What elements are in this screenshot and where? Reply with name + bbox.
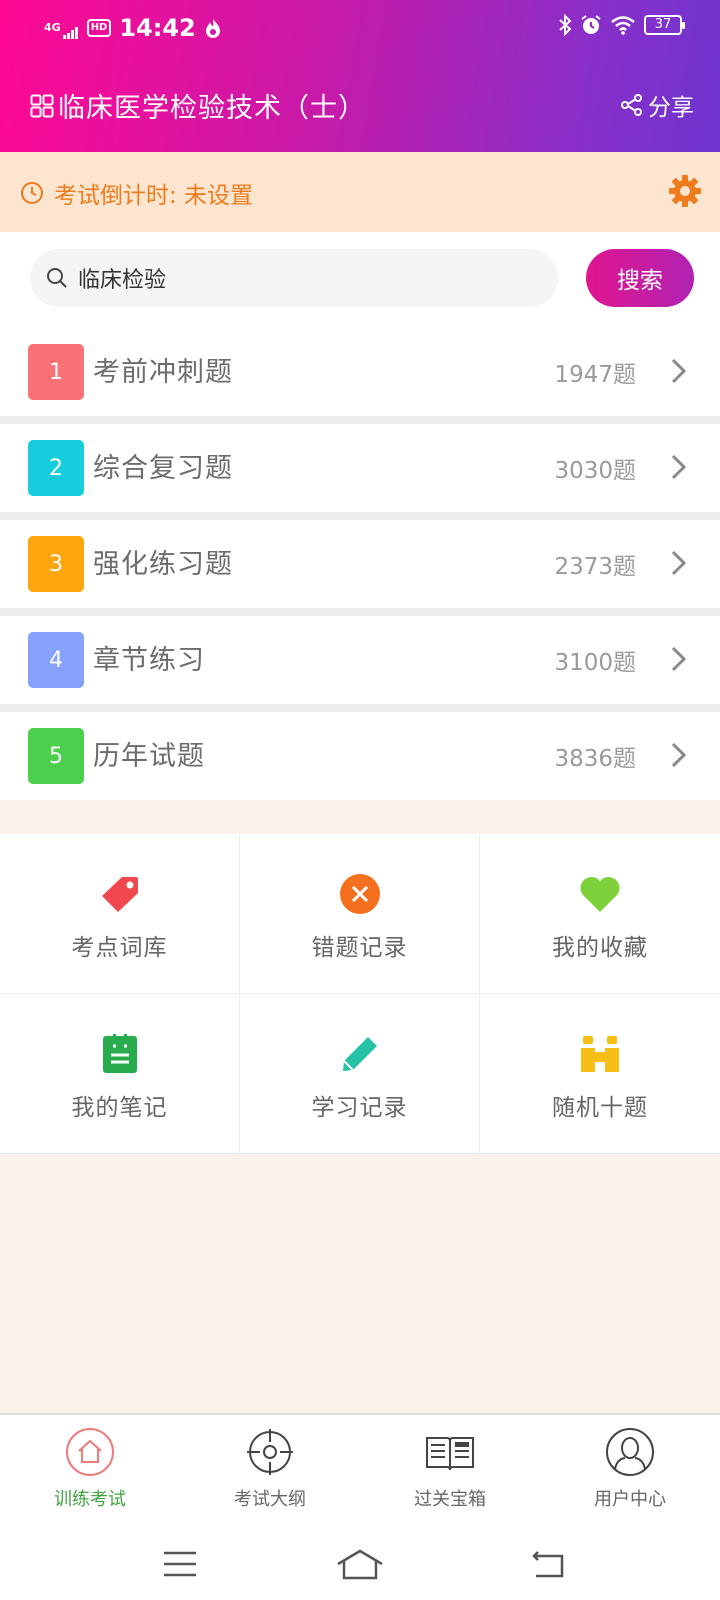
category-row[interactable]: 1 考前冲刺题 1947题 bbox=[0, 328, 720, 416]
system-navigation-bar bbox=[0, 1526, 720, 1600]
binoculars-icon bbox=[581, 1036, 619, 1072]
tab-label: 训练考试 bbox=[54, 1489, 126, 1510]
tab-pass-treasure[interactable]: 过关宝箱 bbox=[360, 1415, 540, 1526]
alarm-icon bbox=[581, 15, 601, 34]
status-bar: 4G HD 14:42 37 bbox=[0, 0, 720, 58]
grid-item-keyword-library[interactable]: 考点词库 bbox=[0, 834, 240, 994]
category-number-badge: 5 bbox=[28, 728, 84, 784]
chevron-right-icon bbox=[671, 358, 687, 384]
news-book-icon bbox=[426, 1437, 474, 1471]
grid-item-label: 我的笔记 bbox=[71, 1095, 168, 1121]
grid-item-label: 随机十题 bbox=[552, 1095, 648, 1121]
tab-label: 考试大纲 bbox=[234, 1489, 306, 1510]
share-icon bbox=[621, 94, 642, 116]
grid-item-favorites[interactable]: 我的收藏 bbox=[480, 834, 720, 994]
category-number-badge: 3 bbox=[28, 536, 84, 592]
category-count: 1947题 bbox=[554, 362, 636, 388]
tab-user-center[interactable]: 用户中心 bbox=[540, 1415, 720, 1526]
chevron-right-icon bbox=[671, 550, 687, 576]
exam-countdown-bar[interactable]: 考试倒计时: 未设置 bbox=[0, 152, 720, 232]
grid-item-label: 学习记录 bbox=[311, 1095, 408, 1121]
category-number-badge: 1 bbox=[28, 344, 84, 400]
heart-icon bbox=[580, 876, 620, 912]
category-number-badge: 2 bbox=[28, 440, 84, 496]
search-box[interactable] bbox=[30, 249, 558, 307]
question-category-list: 1 考前冲刺题 1947题 2 综合复习题 3030题 3 强化练习题 2373… bbox=[0, 328, 720, 808]
category-name: 历年试题 bbox=[93, 741, 205, 772]
chevron-right-icon bbox=[671, 742, 687, 768]
category-count: 3030题 bbox=[554, 458, 636, 484]
grid-item-my-notes[interactable]: 我的笔记 bbox=[0, 994, 240, 1154]
back-button[interactable] bbox=[518, 1544, 578, 1584]
share-label: 分享 bbox=[648, 95, 694, 121]
category-count: 3836题 bbox=[554, 746, 636, 772]
home-button[interactable] bbox=[330, 1544, 390, 1584]
share-button[interactable]: 分享 bbox=[620, 88, 694, 122]
user-icon bbox=[606, 1428, 654, 1476]
tab-label: 用户中心 bbox=[594, 1489, 666, 1510]
app-header: 4G HD 14:42 37 临床医学检验技术（士） 分享 bbox=[0, 0, 720, 152]
search-button[interactable]: 搜索 bbox=[586, 249, 694, 307]
recent-apps-button[interactable] bbox=[150, 1544, 210, 1584]
page-title-row: 临床医学检验技术（士） bbox=[30, 86, 366, 125]
category-count: 2373题 bbox=[554, 554, 636, 580]
battery-indicator: 37 bbox=[644, 15, 685, 35]
grid-item-wrong-records[interactable]: 错题记录 bbox=[240, 834, 480, 994]
grid-menu-icon[interactable] bbox=[30, 94, 54, 118]
pencil-icon bbox=[342, 1037, 377, 1071]
grid-item-label: 错题记录 bbox=[311, 935, 408, 961]
search-icon bbox=[47, 268, 67, 288]
category-row[interactable]: 4 章节练习 3100题 bbox=[0, 608, 720, 704]
tab-exam-syllabus[interactable]: 考试大纲 bbox=[180, 1415, 360, 1526]
notebook-icon bbox=[102, 1034, 137, 1073]
tab-label: 过关宝箱 bbox=[414, 1489, 486, 1510]
chevron-right-icon bbox=[671, 454, 687, 480]
bluetooth-icon bbox=[559, 14, 572, 36]
grid-item-random-ten[interactable]: 随机十题 bbox=[480, 994, 720, 1154]
home-icon bbox=[66, 1428, 114, 1476]
grid-item-label: 我的收藏 bbox=[552, 935, 648, 961]
category-name: 章节练习 bbox=[93, 645, 205, 676]
home-outline-icon bbox=[337, 1549, 383, 1580]
grid-item-label: 考点词库 bbox=[71, 935, 168, 961]
category-count: 3100题 bbox=[554, 650, 636, 676]
category-name: 强化练习题 bbox=[93, 549, 233, 580]
network-indicator: 4G bbox=[44, 21, 61, 34]
category-row[interactable]: 3 强化练习题 2373题 bbox=[0, 512, 720, 608]
feature-grid: 考点词库 错题记录 我的收藏 我的笔记 学习记录 随机十题 bbox=[0, 834, 720, 1154]
tag-icon bbox=[101, 877, 138, 912]
wifi-icon bbox=[611, 16, 635, 35]
target-icon bbox=[247, 1429, 293, 1475]
search-input[interactable] bbox=[78, 265, 518, 291]
bottom-tab-bar: 训练考试 考试大纲 过关宝箱 用户中心 bbox=[0, 1413, 720, 1526]
grid-item-study-records[interactable]: 学习记录 bbox=[240, 994, 480, 1154]
category-name: 综合复习题 bbox=[93, 453, 233, 484]
category-row[interactable]: 2 综合复习题 3030题 bbox=[0, 416, 720, 512]
category-name: 考前冲刺题 bbox=[93, 357, 233, 388]
tab-training-exam[interactable]: 训练考试 bbox=[0, 1415, 180, 1526]
category-row[interactable]: 5 历年试题 3836题 bbox=[0, 704, 720, 800]
settings-gear-icon[interactable] bbox=[668, 174, 702, 208]
menu-lines-icon bbox=[164, 1551, 196, 1577]
flame-icon bbox=[205, 19, 220, 38]
clock-icon bbox=[21, 182, 43, 204]
search-area: 搜索 bbox=[0, 232, 720, 328]
chevron-right-icon bbox=[671, 646, 687, 672]
page-title: 临床医学检验技术（士） bbox=[58, 93, 366, 124]
clock-time: 14:42 bbox=[119, 14, 196, 42]
wrong-x-icon bbox=[339, 874, 380, 914]
signal-icon bbox=[62, 27, 78, 39]
hd-badge: HD bbox=[86, 19, 112, 37]
countdown-label: 考试倒计时: 未设置 bbox=[54, 183, 254, 209]
back-arrow-icon bbox=[532, 1551, 564, 1578]
category-number-badge: 4 bbox=[28, 632, 84, 688]
